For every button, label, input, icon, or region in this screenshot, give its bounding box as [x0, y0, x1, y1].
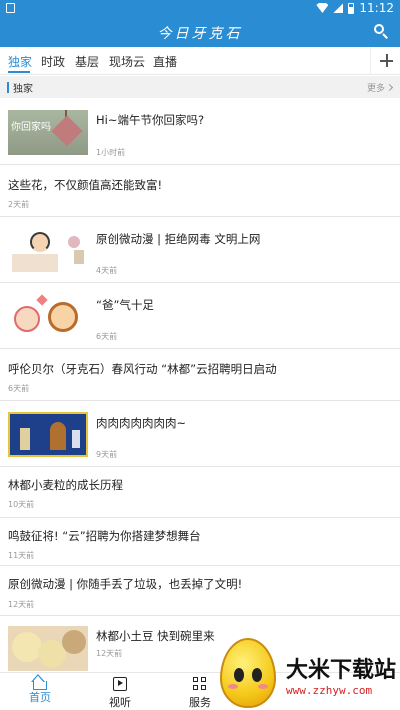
- app-header: 今日牙克石: [0, 17, 400, 47]
- item-time: 12天前: [8, 600, 35, 609]
- tab-grassroots[interactable]: 基层: [75, 53, 99, 70]
- notification-icon: [6, 3, 15, 13]
- item-time: 1小时前: [96, 148, 126, 157]
- nav-media-label: 视听: [109, 696, 131, 709]
- news-feed: 你回家吗 Hi~端午节你回家吗? 1小时前 这些花，不仅颜值高还能致富! 2天前…: [0, 98, 400, 671]
- list-item[interactable]: 呼伦贝尔（牙克石）春风行动 “林都”云招聘明日启动 6天前: [0, 349, 400, 401]
- item-time: 4天前: [96, 266, 118, 275]
- item-time: 2天前: [8, 200, 30, 209]
- section-header: 独家 更多: [0, 76, 400, 98]
- item-title: 肉肉肉肉肉肉肉~: [96, 416, 187, 430]
- channel-tabs: 独家 时政 基层 现场云 直播: [0, 47, 400, 75]
- item-time: 11天前: [8, 551, 35, 560]
- egg-mascot-icon: [220, 638, 276, 708]
- item-time: 6天前: [8, 384, 30, 393]
- status-time: 11:12: [359, 1, 394, 15]
- item-title: 林都小麦粒的成长历程: [8, 478, 123, 492]
- item-time: 12天前: [96, 649, 123, 658]
- thumbnail-cartoon: [8, 228, 88, 273]
- thumbnail-potato: [8, 626, 88, 671]
- grid-icon: [193, 677, 207, 691]
- more-link[interactable]: 更多: [366, 81, 394, 94]
- search-icon[interactable]: [374, 24, 390, 40]
- thumbnail-text: 你回家吗: [11, 122, 51, 133]
- item-title: 呼伦贝尔（牙克石）春风行动 “林都”云招聘明日启动: [8, 362, 277, 376]
- section-title: 独家: [13, 84, 33, 95]
- tab-live-cloud[interactable]: 现场云: [109, 53, 145, 70]
- tab-exclusive[interactable]: 独家: [8, 53, 32, 70]
- nav-media[interactable]: 视听: [90, 677, 150, 710]
- list-item[interactable]: 你回家吗 Hi~端午节你回家吗? 1小时前: [0, 98, 400, 165]
- thumbnail-father: [8, 294, 88, 339]
- item-title: “爸”气十足: [96, 298, 154, 312]
- thumbnail-stage: [8, 412, 88, 457]
- list-item[interactable]: 原创微动漫 | 你随手丢了垃圾，也丢掉了文明! 12天前: [0, 566, 400, 616]
- thumbnail-dragon-boat: 你回家吗: [8, 110, 88, 155]
- tab-live[interactable]: 直播: [153, 53, 177, 70]
- list-item[interactable]: 肉肉肉肉肉肉肉~ 9天前: [0, 401, 400, 467]
- wifi-icon: [316, 3, 329, 13]
- status-bar: 11:12: [0, 0, 400, 17]
- item-title: 原创微动漫 | 拒绝网毒 文明上网: [96, 232, 261, 246]
- app-title: 今日牙克石: [157, 26, 243, 42]
- nav-home[interactable]: 首页: [10, 677, 70, 705]
- video-icon: [113, 677, 127, 691]
- item-title: Hi~端午节你回家吗?: [96, 113, 205, 127]
- list-item[interactable]: 原创微动漫 | 拒绝网毒 文明上网 4天前: [0, 217, 400, 283]
- item-title: 这些花，不仅颜值高还能致富!: [8, 178, 163, 192]
- item-title: 原创微动漫 | 你随手丢了垃圾，也丢掉了文明!: [8, 577, 243, 591]
- list-item[interactable]: “爸”气十足 6天前: [0, 283, 400, 349]
- watermark-url: www.zzhyw.com: [286, 684, 373, 697]
- battery-icon: [348, 2, 355, 14]
- tab-politics[interactable]: 时政: [41, 53, 65, 70]
- list-item[interactable]: 林都小麦粒的成长历程 10天前: [0, 467, 400, 518]
- watermark-title: 大米下载站: [286, 658, 397, 683]
- watermark: 大米下载站 www.zzhyw.com: [214, 632, 400, 710]
- nav-home-label: 首页: [29, 691, 51, 704]
- home-icon: [33, 681, 47, 690]
- item-title: 林都小土豆 快到碗里来: [96, 629, 215, 643]
- chevron-right-icon: [385, 83, 394, 92]
- item-time: 9天前: [96, 450, 118, 459]
- add-channel-icon[interactable]: [370, 47, 400, 75]
- active-tab-indicator: [8, 71, 30, 73]
- item-time: 6天前: [96, 332, 118, 341]
- signal-icon: [333, 3, 344, 13]
- section-marker: [7, 82, 9, 93]
- list-item[interactable]: 这些花，不仅颜值高还能致富! 2天前: [0, 165, 400, 217]
- item-title: 鸣鼓征将! “云”招聘为你搭建梦想舞台: [8, 529, 201, 543]
- list-item[interactable]: 鸣鼓征将! “云”招聘为你搭建梦想舞台 11天前: [0, 518, 400, 566]
- more-label: 更多: [366, 84, 385, 94]
- item-time: 10天前: [8, 500, 35, 509]
